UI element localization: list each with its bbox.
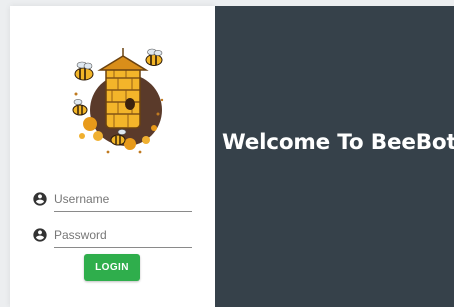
password-field [32,224,194,248]
login-card: LOGIN [10,6,215,307]
account-circle-icon [33,228,47,242]
beehive-logo [72,48,164,154]
username-field [32,188,194,212]
username-input-underline [54,188,192,212]
username-input[interactable] [54,188,192,210]
welcome-panel: Welcome To BeeBot! [215,6,454,307]
login-button[interactable]: LOGIN [84,254,140,281]
password-input-underline [54,224,192,248]
password-input[interactable] [54,224,192,246]
account-circle-icon [33,192,47,206]
welcome-title: Welcome To BeeBot! [222,130,454,155]
